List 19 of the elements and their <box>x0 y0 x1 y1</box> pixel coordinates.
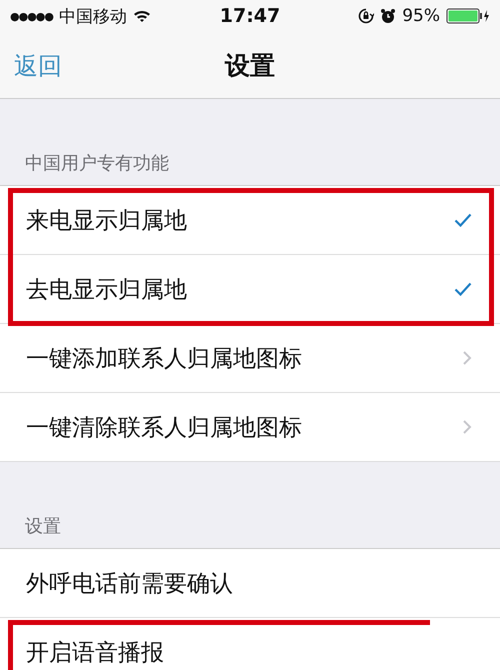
alarm-clock-icon <box>380 8 396 24</box>
signal-strength: ●●●●● <box>10 10 53 22</box>
settings-row[interactable]: 外呼电话前需要确认 <box>0 549 500 618</box>
battery-charging-icon <box>446 8 490 24</box>
chevron-icon <box>462 350 472 366</box>
settings-row[interactable]: 开启语音播报 <box>0 618 500 670</box>
settings-row[interactable]: 来电显示归属地 <box>0 186 500 255</box>
settings-row[interactable]: 一键添加联系人归属地图标 <box>0 324 500 393</box>
wifi-icon <box>133 9 151 23</box>
clock-time: 17:47 <box>220 5 280 27</box>
rotation-lock-icon <box>358 8 374 24</box>
battery-percentage: 95% <box>402 6 440 26</box>
section-header: 设置 <box>25 515 61 538</box>
settings-row[interactable]: 去电显示归属地 <box>0 255 500 324</box>
chevron-icon <box>462 419 472 435</box>
section-header: 中国用户专有功能 <box>25 152 169 175</box>
page-title: 设置 <box>225 50 275 82</box>
carrier-name: 中国移动 <box>59 6 127 28</box>
settings-row[interactable]: 一键清除联系人归属地图标 <box>0 393 500 462</box>
